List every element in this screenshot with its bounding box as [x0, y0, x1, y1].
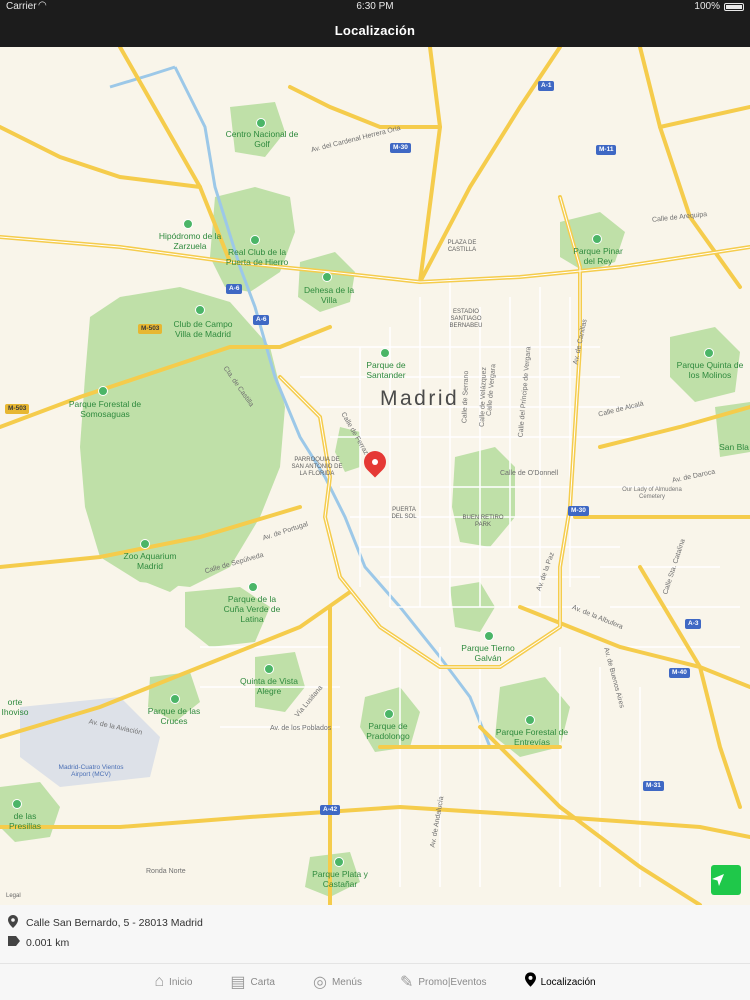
park-icon: [183, 219, 193, 229]
tab-inicio[interactable]: ⌂ Inicio: [154, 973, 192, 991]
map-label-park: Parque de Santander: [366, 360, 406, 380]
tag-icon: [8, 936, 26, 949]
status-time: 6:30 PM: [356, 1, 394, 12]
map-label-park: Zoo Aquarium Madrid: [123, 551, 177, 571]
map-label-poi: Our Lady of Almudena Cemetery: [622, 487, 682, 500]
highway-shield: A-1: [538, 81, 555, 91]
park-icon: [250, 235, 260, 245]
tag-promo-icon: ✎: [399, 974, 414, 991]
tab-label: Menús: [331, 976, 362, 988]
highway-shield: M-30: [390, 143, 411, 153]
distance-text: 0.001 km: [26, 936, 70, 949]
tab-label: Promo|Eventos: [418, 976, 487, 988]
park-icon: [195, 305, 205, 315]
map-label-park: Parque de las Cruces: [147, 706, 201, 726]
map-label-park: Parque Pinar del Rey: [573, 246, 623, 266]
map-label-park: orte Ihoviso: [1, 697, 29, 717]
park-icon: [248, 582, 258, 592]
map-label-poi: BUEN RETIRO PARK: [462, 515, 504, 528]
map-label-park: Parque Forestal de Somosaguas: [68, 399, 142, 419]
battery-percent: 100%: [694, 1, 720, 12]
navigation-arrow-icon: [712, 874, 724, 886]
battery-icon: [724, 3, 744, 11]
park-icon: [170, 694, 180, 704]
address-row: Calle San Bernardo, 5 - 28013 Madrid: [8, 915, 203, 931]
tab-promo-eventos[interactable]: ✎ Promo|Eventos: [400, 972, 487, 992]
park-icon: [704, 348, 714, 358]
map-label-park: de las Presillas: [8, 811, 42, 831]
distance-row: 0.001 km: [8, 936, 69, 949]
dish-icon: ◎: [312, 974, 327, 991]
map-label-poi: ESTADIO SANTIAGO BERNABEU: [449, 309, 483, 329]
park-icon: [380, 348, 390, 358]
map-label-street: Ronda Norte: [146, 868, 186, 875]
map-label-park: Centro Nacional de Golf: [225, 129, 299, 149]
park-icon: [98, 386, 108, 396]
menu-card-icon: ▤: [230, 974, 246, 991]
map-label-park: Parque de Pradolongo: [366, 721, 410, 741]
highway-shield: A-3: [685, 619, 702, 629]
highway-shield: M-30: [568, 506, 589, 516]
page-title: Localización: [334, 23, 416, 38]
map-label-park: San Bla: [719, 442, 749, 452]
highway-shield: M-11: [596, 145, 617, 155]
city-label: Madrid: [380, 387, 460, 410]
home-icon: ⌂: [154, 973, 165, 990]
highway-shield: M-503: [5, 404, 30, 414]
tab-label: Inicio: [169, 976, 193, 988]
highway-shield: M-503: [138, 324, 163, 334]
map-label-poi: PUERTA DEL SOL: [391, 507, 417, 520]
navigation-bar: Localización: [0, 14, 750, 47]
map-label-street: Calle de Serrano: [461, 370, 471, 424]
tab-bar: ⌂ Inicio ▤ Carta ◎ Menús ✎ Promo|Eventos…: [0, 963, 750, 1000]
tab-label: Carta: [250, 976, 275, 988]
map-label-poi: Madrid-Cuatro Vientos Airport (MCV): [58, 764, 124, 778]
locate-me-button[interactable]: [711, 865, 741, 895]
park-icon: [592, 234, 602, 244]
status-bar: Carrier ◠ 6:30 PM 100%: [0, 0, 750, 14]
highway-shield: M-40: [669, 668, 690, 678]
map-pin-icon: [8, 915, 26, 931]
map-label-street: Calle de Velázquez: [478, 366, 489, 428]
legal-link[interactable]: Legal: [6, 893, 21, 899]
park-icon: [256, 118, 266, 128]
tab-menus[interactable]: ◎ Menús: [313, 972, 362, 992]
map-label-street: Av. de los Poblados: [270, 725, 332, 732]
park-icon: [384, 709, 394, 719]
highway-shield: A-6: [253, 315, 270, 325]
park-icon: [525, 715, 535, 725]
tab-carta[interactable]: ▤ Carta: [230, 972, 275, 992]
park-icon: [140, 539, 150, 549]
tab-localizacion[interactable]: Localización: [524, 972, 596, 992]
map-label-park: Club de Campo Villa de Madrid: [173, 319, 233, 339]
map-label-park: Hipódromo de la Zarzuela: [158, 231, 222, 251]
location-info-panel: Calle San Bernardo, 5 - 28013 Madrid 0.0…: [0, 905, 750, 963]
park-icon: [12, 799, 22, 809]
map-label-street: Calle de O'Donnell: [500, 470, 559, 477]
highway-shield: M-31: [643, 781, 664, 791]
park-icon: [334, 857, 344, 867]
map-view[interactable]: A-1 M-30 M-11 A-6 A-6 M-503 M-503 M-30 A…: [0, 47, 750, 905]
minor-roads: [200, 277, 740, 887]
location-pin-icon: [524, 972, 536, 992]
map-label-park: Parque de la Cuña Verde de Latina: [223, 594, 281, 624]
park-icon: [264, 664, 274, 674]
map-label-poi: PARROQUIA DE SAN ANTONIO DE LA FLORIDA: [291, 457, 343, 477]
map-label-park: Quinta de Vista Alegre: [240, 676, 298, 696]
map-label-park: Real Club de la Puerta de Hierro: [225, 247, 289, 267]
highway-shield: A-6: [226, 284, 243, 294]
map-label-park: Parque Plata y Castañar: [312, 869, 368, 889]
map-label-park: Parque Quinta de los Molinos: [676, 360, 744, 380]
tab-label: Localización: [540, 976, 596, 988]
park-icon: [322, 272, 332, 282]
map-label-park: Parque Tierno Galván: [461, 643, 515, 663]
map-label-park: Dehesa de la Villa: [303, 285, 355, 305]
highway-shield: A-42: [320, 805, 341, 815]
map-label-park: Parque Forestal de Entrevías: [495, 727, 569, 747]
park-icon: [484, 631, 494, 641]
map-label-poi: PLAZA DE CASTILLA: [447, 240, 477, 253]
address-text: Calle San Bernardo, 5 - 28013 Madrid: [26, 917, 203, 929]
